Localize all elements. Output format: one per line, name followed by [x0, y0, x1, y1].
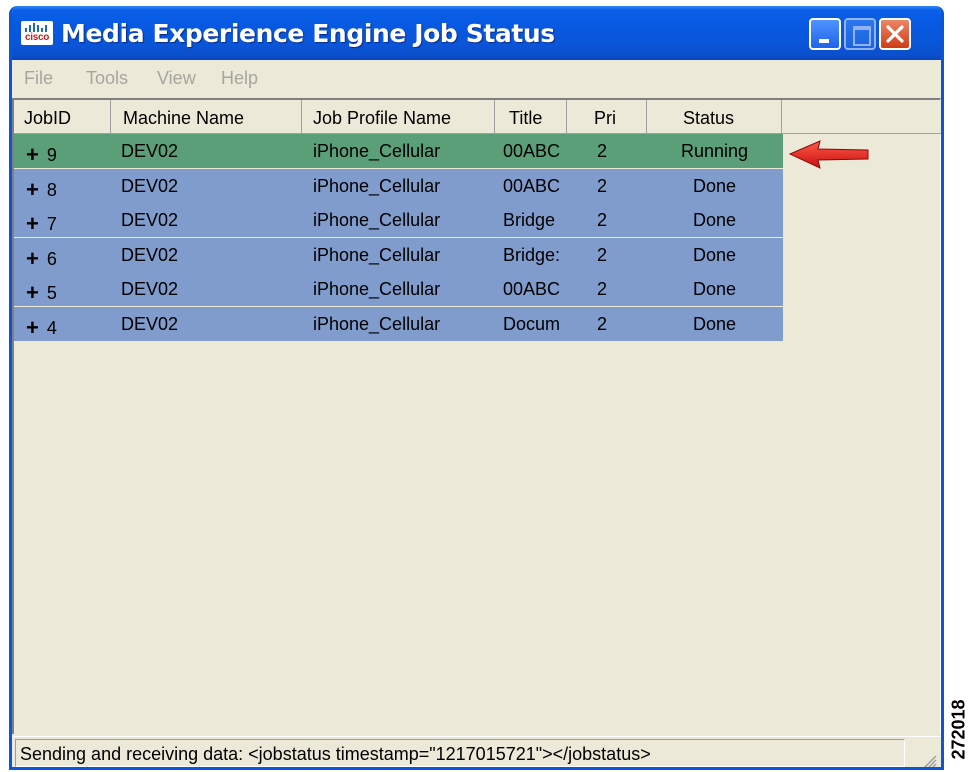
menu-file[interactable]: File	[24, 68, 53, 89]
cell-title: 00ABC	[503, 141, 561, 161]
maximize-button[interactable]	[844, 18, 876, 50]
cell-pri: 2	[597, 210, 608, 230]
cell-title: Bridge:	[503, 244, 561, 265]
close-icon	[886, 25, 904, 43]
table-row[interactable]: +6 DEV02 iPhone_Cellular Bridge: 2 Done	[14, 237, 783, 272]
cell-status: Done	[692, 175, 737, 196]
cell-pri: 2	[597, 313, 608, 334]
red-arrow-icon	[788, 140, 869, 169]
cell-job-profile-name: iPhone_Cellular	[313, 313, 441, 334]
column-header-pri[interactable]: Pri	[567, 100, 647, 134]
table-row[interactable]: +4 DEV02 iPhone_Cellular Docum 2 Done	[14, 306, 783, 341]
cell-jobid: +8	[14, 169, 111, 203]
cell-machine-name: DEV02	[121, 175, 179, 196]
cell-status: Running	[680, 141, 749, 161]
job-id-value: 8	[46, 179, 57, 200]
cell-pri: 2	[597, 141, 608, 161]
menu-bar: File Tools View Help	[12, 60, 941, 96]
cell-jobid: +7	[14, 203, 111, 237]
resize-grip-icon[interactable]	[921, 753, 937, 769]
job-id-value: 5	[46, 283, 57, 303]
job-status-window: cisco Media Experience Engine Job Status…	[9, 6, 944, 770]
cell-status: Done	[692, 313, 737, 334]
cell-pri: 2	[597, 244, 608, 265]
cell-machine-name: DEV02	[121, 210, 179, 230]
menu-tools[interactable]: Tools	[86, 68, 128, 89]
table-row[interactable]: +5 DEV02 iPhone_Cellular 00ABC 2 Done	[14, 272, 783, 306]
column-header-jobid[interactable]: JobID	[14, 100, 111, 134]
status-text: Sending and receiving data: <jobstatus t…	[15, 739, 905, 767]
window-title: Media Experience Engine Job Status	[61, 19, 555, 48]
cell-title: 00ABC	[503, 175, 561, 196]
job-id-value: 4	[46, 317, 57, 338]
cell-machine-name: DEV02	[121, 244, 179, 265]
column-header-filler	[782, 100, 941, 134]
cell-machine-name: DEV02	[121, 279, 179, 299]
cell-pri: 2	[597, 279, 608, 299]
title-bar[interactable]: cisco Media Experience Engine Job Status	[12, 6, 941, 60]
expand-row-icon[interactable]: +	[26, 177, 39, 203]
cell-machine-name: DEV02	[121, 313, 179, 334]
job-grid[interactable]: JobID Machine Name Job Profile Name Titl…	[12, 98, 941, 734]
menu-help[interactable]: Help	[221, 68, 258, 89]
cell-status: Done	[692, 210, 737, 230]
expand-row-icon[interactable]: +	[26, 280, 39, 306]
column-header-machine-name[interactable]: Machine Name	[111, 100, 302, 134]
cell-machine-name: DEV02	[121, 141, 179, 161]
menu-view[interactable]: View	[157, 68, 196, 89]
job-id-value: 6	[46, 248, 57, 269]
cell-title: 00ABC	[503, 279, 561, 299]
cell-status: Done	[692, 279, 737, 299]
expand-row-icon[interactable]: +	[26, 246, 39, 272]
cell-pri: 2	[597, 175, 608, 196]
cell-job-profile-name: iPhone_Cellular	[313, 244, 441, 265]
status-bar: Sending and receiving data: <jobstatus t…	[12, 736, 941, 769]
cell-jobid: +9	[14, 134, 111, 168]
cell-job-profile-name: iPhone_Cellular	[313, 210, 441, 230]
cell-jobid: +4	[14, 307, 111, 341]
figure-id: 272018	[949, 690, 969, 770]
table-row[interactable]: +9 DEV02 iPhone_Cellular 00ABC 2 Running	[14, 134, 783, 168]
cell-title: Bridge	[503, 210, 556, 230]
job-id-value: 7	[46, 214, 57, 234]
cell-job-profile-name: iPhone_Cellular	[313, 175, 441, 196]
table-row[interactable]: +8 DEV02 iPhone_Cellular 00ABC 2 Done	[14, 168, 783, 203]
grid-header: JobID Machine Name Job Profile Name Titl…	[14, 100, 941, 134]
cell-status: Done	[692, 244, 737, 265]
close-button[interactable]	[879, 18, 911, 50]
table-row[interactable]: +7 DEV02 iPhone_Cellular Bridge 2 Done	[14, 203, 783, 237]
cell-jobid: +5	[14, 272, 111, 306]
cell-jobid: +6	[14, 238, 111, 272]
cell-job-profile-name: iPhone_Cellular	[313, 141, 441, 161]
expand-row-icon[interactable]: +	[26, 211, 39, 237]
cell-job-profile-name: iPhone_Cellular	[313, 279, 441, 299]
job-id-value: 9	[46, 145, 57, 165]
expand-row-icon[interactable]: +	[26, 142, 39, 168]
column-header-title[interactable]: Title	[495, 100, 567, 134]
figure-id-text: 272018	[948, 699, 969, 760]
column-header-status[interactable]: Status	[647, 100, 782, 134]
column-header-job-profile-name[interactable]: Job Profile Name	[302, 100, 495, 134]
logo-text: cisco	[24, 32, 50, 43]
cell-title: Docum	[503, 313, 561, 334]
expand-row-icon[interactable]: +	[26, 315, 39, 341]
minimize-button[interactable]	[809, 18, 841, 50]
cisco-logo-icon: cisco	[21, 21, 53, 45]
